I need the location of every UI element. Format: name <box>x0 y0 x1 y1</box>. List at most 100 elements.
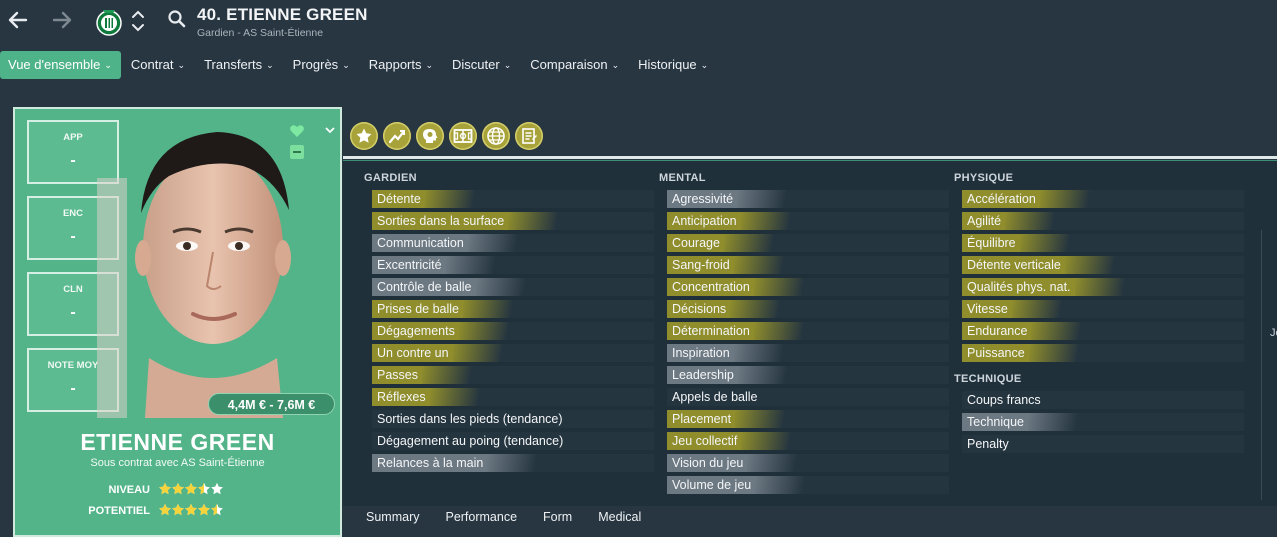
heart-icon[interactable] <box>289 123 305 139</box>
attribute-row-mental[interactable]: Courage <box>667 233 949 253</box>
menu-item-2[interactable]: Transferts ⌄ <box>196 51 283 79</box>
attribute-row-mental[interactable]: Décisions <box>667 299 949 319</box>
attribute-row-mental[interactable]: Jeu collectif <box>667 431 949 451</box>
menu-item-1[interactable]: Contrat ⌄ <box>123 51 194 79</box>
attribute-row-gardien[interactable]: Sorties dans la surface <box>372 211 654 231</box>
attribute-highlight-fade <box>487 454 547 472</box>
attribute-row-gardien[interactable]: Réflexes <box>372 387 654 407</box>
attribute-row-mental[interactable]: Volume de jeu <box>667 475 949 495</box>
potentiel-stars-icon <box>159 503 223 516</box>
star-icon <box>185 482 197 495</box>
attribute-label: Courage <box>672 236 720 250</box>
attribute-label: Détente <box>377 192 421 206</box>
attribute-highlight-fade <box>735 410 795 428</box>
menu-item-label: Discuter <box>452 57 500 72</box>
attribute-label: Dégagements <box>377 324 455 338</box>
attribute-highlight-fade <box>734 344 794 362</box>
chevron-down-icon: ⌄ <box>425 60 434 70</box>
attribute-row-physique[interactable]: Accélération <box>962 189 1244 209</box>
attribute-row-mental[interactable]: Vision du jeu <box>667 453 949 473</box>
attribute-label: Excentricité <box>377 258 442 272</box>
attribute-row-physique[interactable]: Agilité <box>962 211 1244 231</box>
attribute-highlight-fade <box>1040 190 1100 208</box>
menu-item-4[interactable]: Rapports ⌄ <box>361 51 442 79</box>
menu-item-3[interactable]: Progrès ⌄ <box>285 51 359 79</box>
attribute-highlight-fade <box>754 322 814 340</box>
attribute-label: Anticipation <box>672 214 737 228</box>
head-mind-icon[interactable] <box>416 122 444 150</box>
technique-title: TECHNIQUE <box>954 373 1022 385</box>
physique-title: PHYSIQUE <box>954 172 1014 184</box>
attribute-label: Agilité <box>967 214 1002 228</box>
attribute-row-gardien[interactable]: Un contre un <box>372 343 654 363</box>
report-document-icon[interactable] <box>515 122 543 150</box>
divider <box>343 156 1277 159</box>
attribute-row-mental[interactable]: Détermination <box>667 321 949 341</box>
attribute-label: Dégagement au poing (tendance) <box>377 434 564 448</box>
page-title: 40. ETIENNE GREEN <box>197 5 368 24</box>
attribute-row-technique[interactable]: Coups francs <box>962 390 1244 410</box>
menu-item-7[interactable]: Historique ⌄ <box>630 51 717 79</box>
menu-item-label: Transferts <box>204 57 263 72</box>
attribute-row-physique[interactable]: Endurance <box>962 321 1244 341</box>
pitch-icon[interactable] <box>449 122 477 150</box>
chevron-down-icon: ⌄ <box>700 60 709 70</box>
attribute-highlight-fade <box>1075 278 1135 296</box>
attribute-label: Un contre un <box>377 346 449 360</box>
attribute-row-mental[interactable]: Appels de balle <box>667 387 949 407</box>
chevron-down-icon[interactable] <box>324 123 336 134</box>
attribute-row-physique[interactable]: Puissance <box>962 343 1244 363</box>
club-badge-icon[interactable] <box>95 6 123 38</box>
attribute-row-gardien[interactable]: Sorties dans les pieds (tendance) <box>372 409 654 429</box>
back-arrow-icon[interactable] <box>6 6 32 34</box>
attribute-label: Qualités phys. nat. <box>967 280 1071 294</box>
attribute-label: Relances à la main <box>377 456 484 470</box>
attribute-row-mental[interactable]: Anticipation <box>667 211 949 231</box>
star-icon[interactable] <box>350 122 378 150</box>
attribute-row-mental[interactable]: Agressivité <box>667 189 949 209</box>
attribute-row-mental[interactable]: Leadership <box>667 365 949 385</box>
page-subtitle: Gardien - AS Saint-Étienne <box>197 27 324 39</box>
menu-item-0[interactable]: Vue d'ensemble ⌄ <box>0 51 121 79</box>
attribute-row-gardien[interactable]: Détente <box>372 189 654 209</box>
attribute-row-mental[interactable]: Placement <box>667 409 949 429</box>
up-down-chevron-icon[interactable] <box>131 7 145 35</box>
attribute-label: Leadership <box>672 368 734 382</box>
attribute-row-gardien[interactable]: Contrôle de balle <box>372 277 654 297</box>
forward-arrow-icon[interactable] <box>49 6 75 34</box>
star-icon <box>185 503 197 516</box>
attribute-label: Technique <box>967 415 1024 429</box>
attribute-label: Sorties dans les pieds (tendance) <box>377 412 563 426</box>
attribute-row-gardien[interactable]: Communication <box>372 233 654 253</box>
attribute-row-mental[interactable]: Concentration <box>667 277 949 297</box>
attribute-row-gardien[interactable]: Prises de balle <box>372 299 654 319</box>
search-icon[interactable] <box>167 9 187 29</box>
attribute-row-physique[interactable]: Équilibre <box>962 233 1244 253</box>
attribute-row-mental[interactable]: Sang-froid <box>667 255 949 275</box>
attribute-row-gardien[interactable]: Passes <box>372 365 654 385</box>
attribute-highlight-fade <box>1029 344 1089 362</box>
attribute-row-gardien[interactable]: Excentricité <box>372 255 654 275</box>
menu-item-6[interactable]: Comparaison ⌄ <box>522 51 628 79</box>
clipped-label: Je <box>1270 327 1277 339</box>
attribute-row-technique[interactable]: Penalty <box>962 434 1244 454</box>
attribute-row-gardien[interactable]: Dégagements <box>372 321 654 341</box>
minus-badge-icon[interactable] <box>290 145 304 159</box>
menu-item-5[interactable]: Discuter ⌄ <box>444 51 520 79</box>
progress-chart-icon[interactable] <box>383 122 411 150</box>
attribute-highlight-fade <box>425 190 485 208</box>
attribute-highlight-fade <box>1065 256 1125 274</box>
attribute-row-physique[interactable]: Vitesse <box>962 299 1244 319</box>
attribute-row-gardien[interactable]: Dégagement au poing (tendance) <box>372 431 654 451</box>
attribute-label: Volume de jeu <box>672 478 752 492</box>
attribute-label: Détermination <box>672 324 750 338</box>
menu-item-label: Historique <box>638 57 697 72</box>
attribute-highlight-fade <box>741 212 801 230</box>
attribute-row-physique[interactable]: Qualités phys. nat. <box>962 277 1244 297</box>
attribute-row-mental[interactable]: Inspiration <box>667 343 949 363</box>
attribute-row-gardien[interactable]: Relances à la main <box>372 453 654 473</box>
globe-icon[interactable] <box>482 122 510 150</box>
attribute-highlight-fade <box>1012 300 1072 318</box>
attribute-row-physique[interactable]: Détente verticale <box>962 255 1244 275</box>
attribute-row-technique[interactable]: Technique <box>962 412 1244 432</box>
